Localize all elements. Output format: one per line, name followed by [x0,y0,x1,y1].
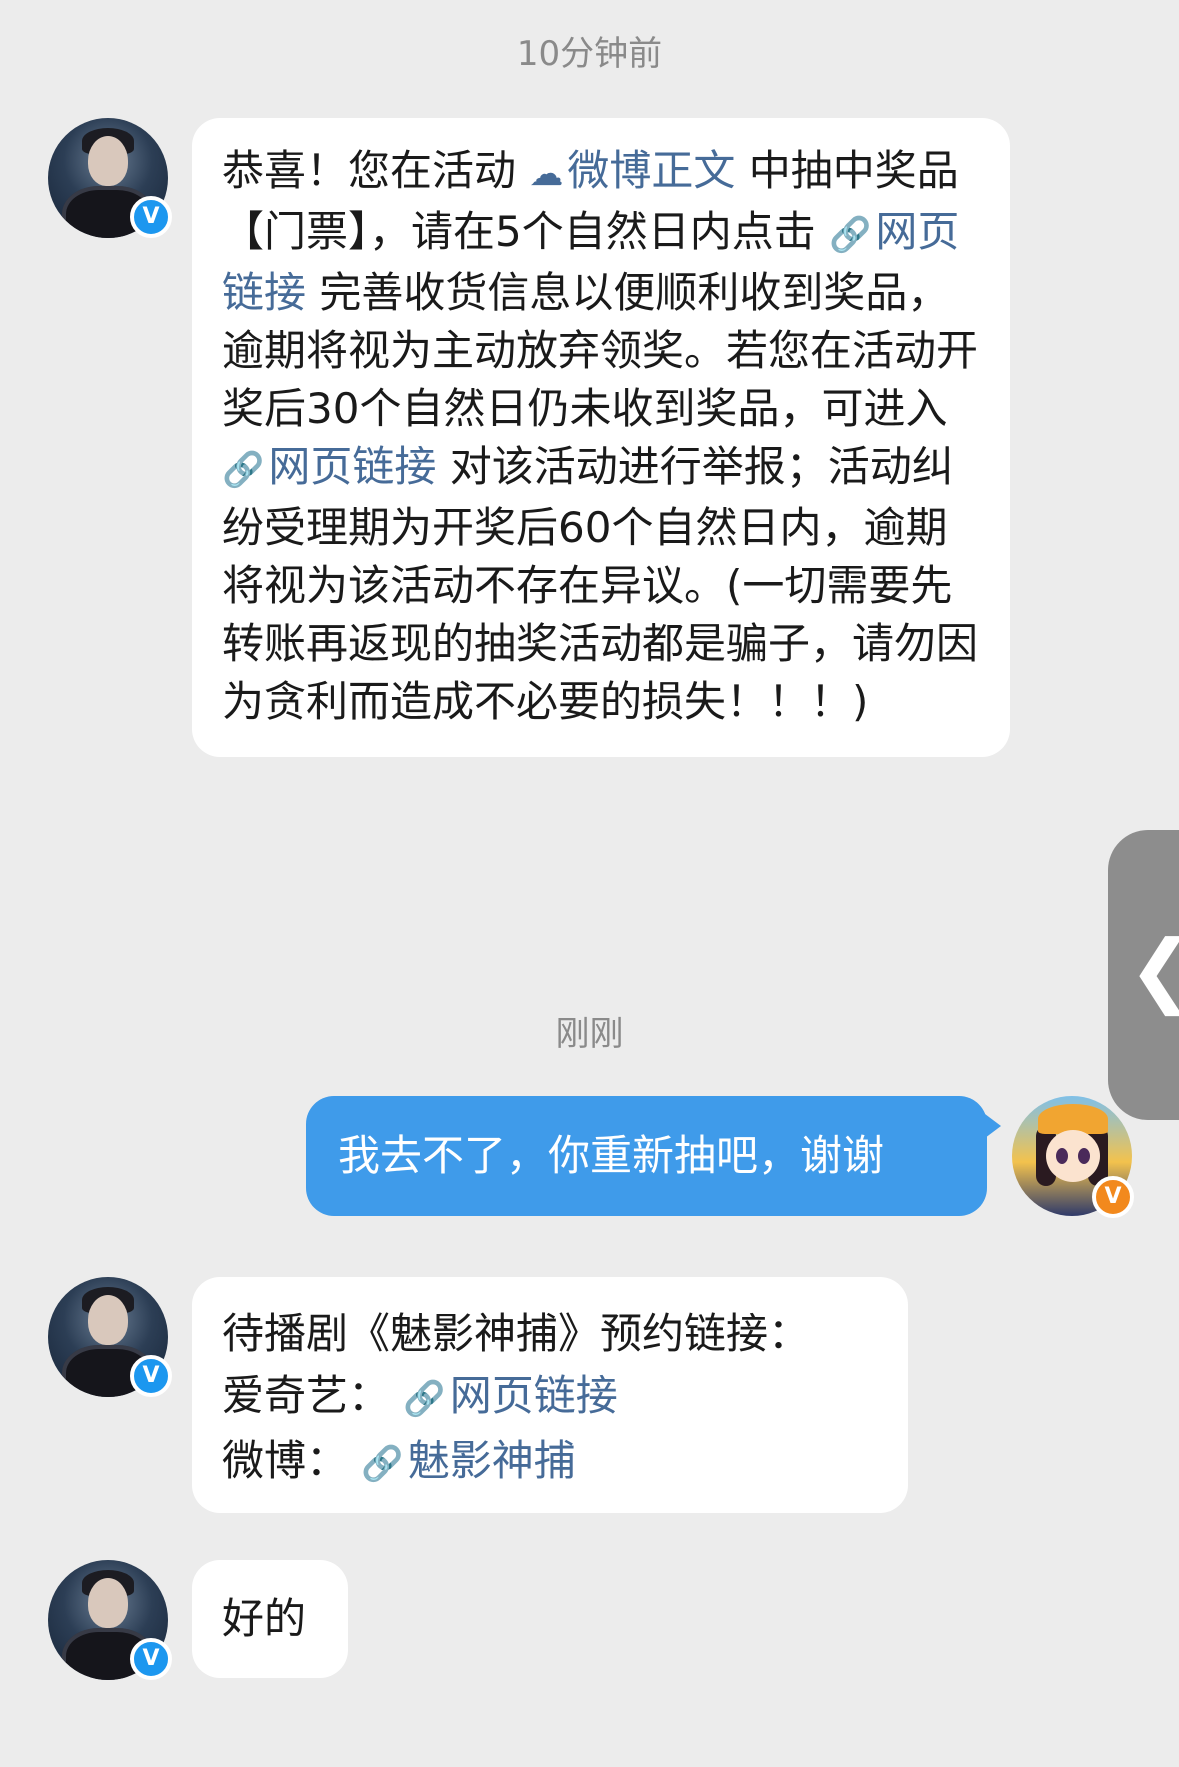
verified-badge-icon: V [130,1355,172,1397]
link-label: 微博正文 [567,146,736,195]
timestamp: 刚刚 [555,1014,624,1054]
link-label: 网页链接 [449,1371,618,1420]
side-drawer-handle[interactable]: ❮ [1108,830,1179,1120]
timestamp: 10分钟前 [516,34,663,74]
message-text: 好的 [222,1594,307,1643]
sender-avatar[interactable]: V [48,118,172,238]
sender-avatar[interactable]: V [48,1560,172,1680]
message-text: 恭喜！您在活动 [222,146,530,195]
my-message-bubble: 我去不了，你重新抽吧，谢谢 [306,1096,1001,1216]
link-icon: 🔗 [403,1379,446,1419]
message-text: 完善收货信息以便顺利收到奖品，逾期将视为主动放弃领奖。若您在活动开奖后30个自然… [222,268,979,433]
avatar-face [88,136,128,186]
verified-badge-icon: V [130,196,172,238]
message-line: 待播剧《魅影神捕》预约链接： [222,1309,811,1358]
message-line: 爱奇艺： 🔗网页链接 [222,1365,878,1430]
avatar-face [1046,1130,1100,1182]
avatar-face [88,1578,128,1628]
message-bubble-reservation: 待播剧《魅影神捕》预约链接： 爱奇艺： 🔗网页链接 微博： 🔗魅影神捕 [192,1277,908,1513]
platform-label-iqiyi: 爱奇艺： [222,1371,391,1420]
link-label: 网页链接 [268,442,437,491]
verified-badge-icon: V [130,1638,172,1680]
link-icon: 🔗 [222,450,265,490]
cloud-icon: ☁ [529,154,564,194]
verified-badge-icon: V [1092,1176,1134,1218]
message-text: 我去不了，你重新抽吧，谢谢 [338,1131,885,1180]
bubble-tail [985,1114,1001,1138]
message-line: 微博： 🔗魅影神捕 [222,1430,878,1495]
my-avatar[interactable]: V [1012,1096,1134,1218]
message-bubble-reply: 好的 [192,1560,348,1678]
avatar-face [88,1295,128,1345]
iqiyi-web-link[interactable]: 🔗网页链接 [403,1371,617,1420]
avatar-eye [1078,1148,1090,1164]
platform-label-weibo: 微博： [222,1436,349,1485]
message-bubble-lottery-notice: 恭喜！您在活动 ☁微博正文 中抽中奖品【门票】，请在5个自然日内点击 🔗网页链接… [192,118,1010,757]
chevron-left-icon: ❮ [1128,930,1179,1010]
weibo-show-link[interactable]: 🔗魅影神捕 [361,1436,575,1485]
sender-avatar[interactable]: V [48,1277,172,1397]
web-link-report[interactable]: 🔗网页链接 [222,442,436,491]
link-label: 魅影神捕 [407,1436,576,1485]
link-icon: 🔗 [829,215,872,255]
link-icon: 🔗 [361,1444,404,1484]
weibo-post-link[interactable]: ☁微博正文 [529,146,735,195]
avatar-eye [1056,1148,1068,1164]
